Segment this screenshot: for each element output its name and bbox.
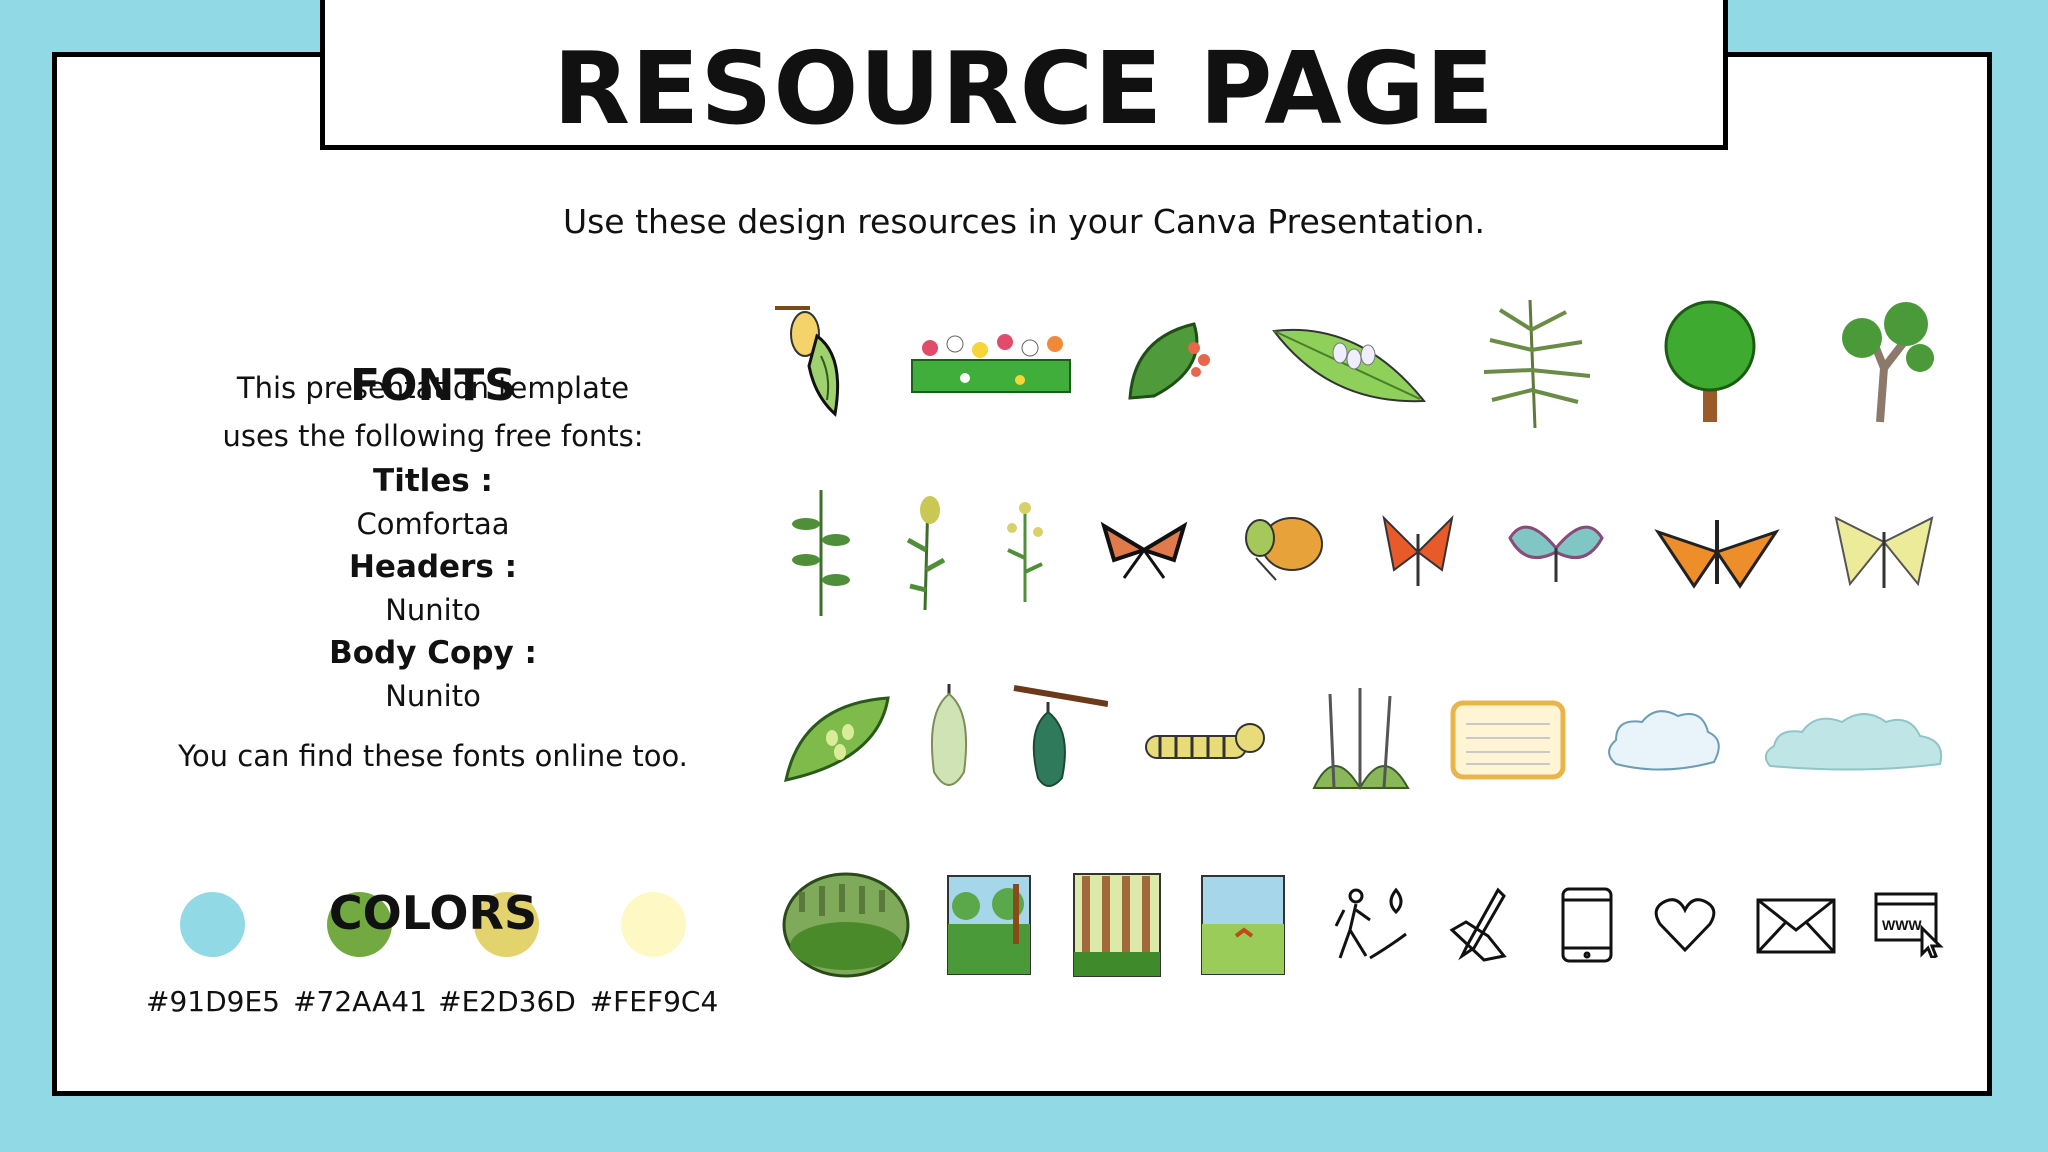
hiker-icon[interactable] <box>1330 886 1408 962</box>
leaf-eggs-icon[interactable] <box>1270 325 1430 405</box>
page-title: RESOURCE PAGE <box>553 30 1495 147</box>
cloud-icon[interactable] <box>1602 704 1726 776</box>
chrysalis-butterfly-icon[interactable] <box>765 296 855 426</box>
headers-label: Headers : <box>348 549 518 585</box>
headers-value: Nunito <box>385 593 481 627</box>
fonts-note: You can find these fonts online too. <box>178 739 688 773</box>
body-copy-value: Nunito <box>385 679 481 713</box>
titles-value: Comfortaa <box>356 507 510 541</box>
wide-cloud-icon[interactable] <box>1760 704 1950 774</box>
grass-tuft-icon[interactable] <box>1304 684 1416 790</box>
body-copy-label: Body Copy : <box>329 635 537 671</box>
small-flower-plant-icon[interactable] <box>998 498 1052 604</box>
flower-bed-icon[interactable] <box>910 326 1072 394</box>
forest-square-icon[interactable] <box>946 874 1032 976</box>
rosemary-icon[interactable] <box>1470 290 1600 430</box>
svg-text:WWW: WWW <box>1882 917 1922 933</box>
pen-hand-icon[interactable] <box>1448 886 1518 962</box>
title-box: RESOURCE PAGE <box>320 0 1728 150</box>
hanging-chrysalis-icon[interactable] <box>1012 682 1108 794</box>
fonts-intro-line2: uses the following free fonts: <box>222 419 644 453</box>
blue-butterfly-icon[interactable] <box>1506 518 1606 584</box>
www-icon[interactable]: WWW <box>1874 892 1944 958</box>
color-hex-1: #91D9E5 <box>146 985 280 1018</box>
red-butterfly-icon[interactable] <box>1380 514 1456 590</box>
color-hex-4: #FEF9C4 <box>589 985 719 1018</box>
bonsai-tree-icon[interactable] <box>1832 298 1938 424</box>
page-subtitle: Use these design resources in your Canva… <box>562 202 1486 241</box>
colors-heading: COLORS <box>328 886 538 940</box>
color-hex-3: #E2D36D <box>438 985 576 1018</box>
leaf-eggs-large-icon[interactable] <box>782 694 892 784</box>
orange-butterfly-icon[interactable] <box>1236 510 1332 590</box>
monarch-butterfly-icon[interactable] <box>1654 512 1780 592</box>
goldenrod-icon[interactable] <box>900 490 950 612</box>
envelope-icon[interactable] <box>1756 898 1836 954</box>
meadow-icon[interactable] <box>1200 874 1286 976</box>
fonts-section: This presentation template uses the foll… <box>150 364 716 780</box>
tall-forest-icon[interactable] <box>1072 872 1162 978</box>
heart-icon[interactable] <box>1654 896 1716 954</box>
green-chrysalis-icon[interactable] <box>924 682 974 798</box>
leaf-with-eggs-icon[interactable] <box>1124 318 1220 404</box>
color-hex-2: #72AA41 <box>293 985 427 1018</box>
round-tree-icon[interactable] <box>1655 300 1765 424</box>
titles-label: Titles : <box>373 463 493 499</box>
black-orange-butterfly-icon[interactable] <box>1100 520 1188 582</box>
caterpillar-icon[interactable] <box>1140 712 1266 768</box>
forest-oval-icon[interactable] <box>782 872 910 978</box>
yellow-butterfly-icon[interactable] <box>1830 512 1938 592</box>
fonts-intro-line1: This presentation template <box>236 371 630 405</box>
milkweed-icon[interactable] <box>790 484 852 618</box>
lined-note-icon[interactable] <box>1450 700 1566 780</box>
phone-icon[interactable] <box>1560 886 1614 964</box>
